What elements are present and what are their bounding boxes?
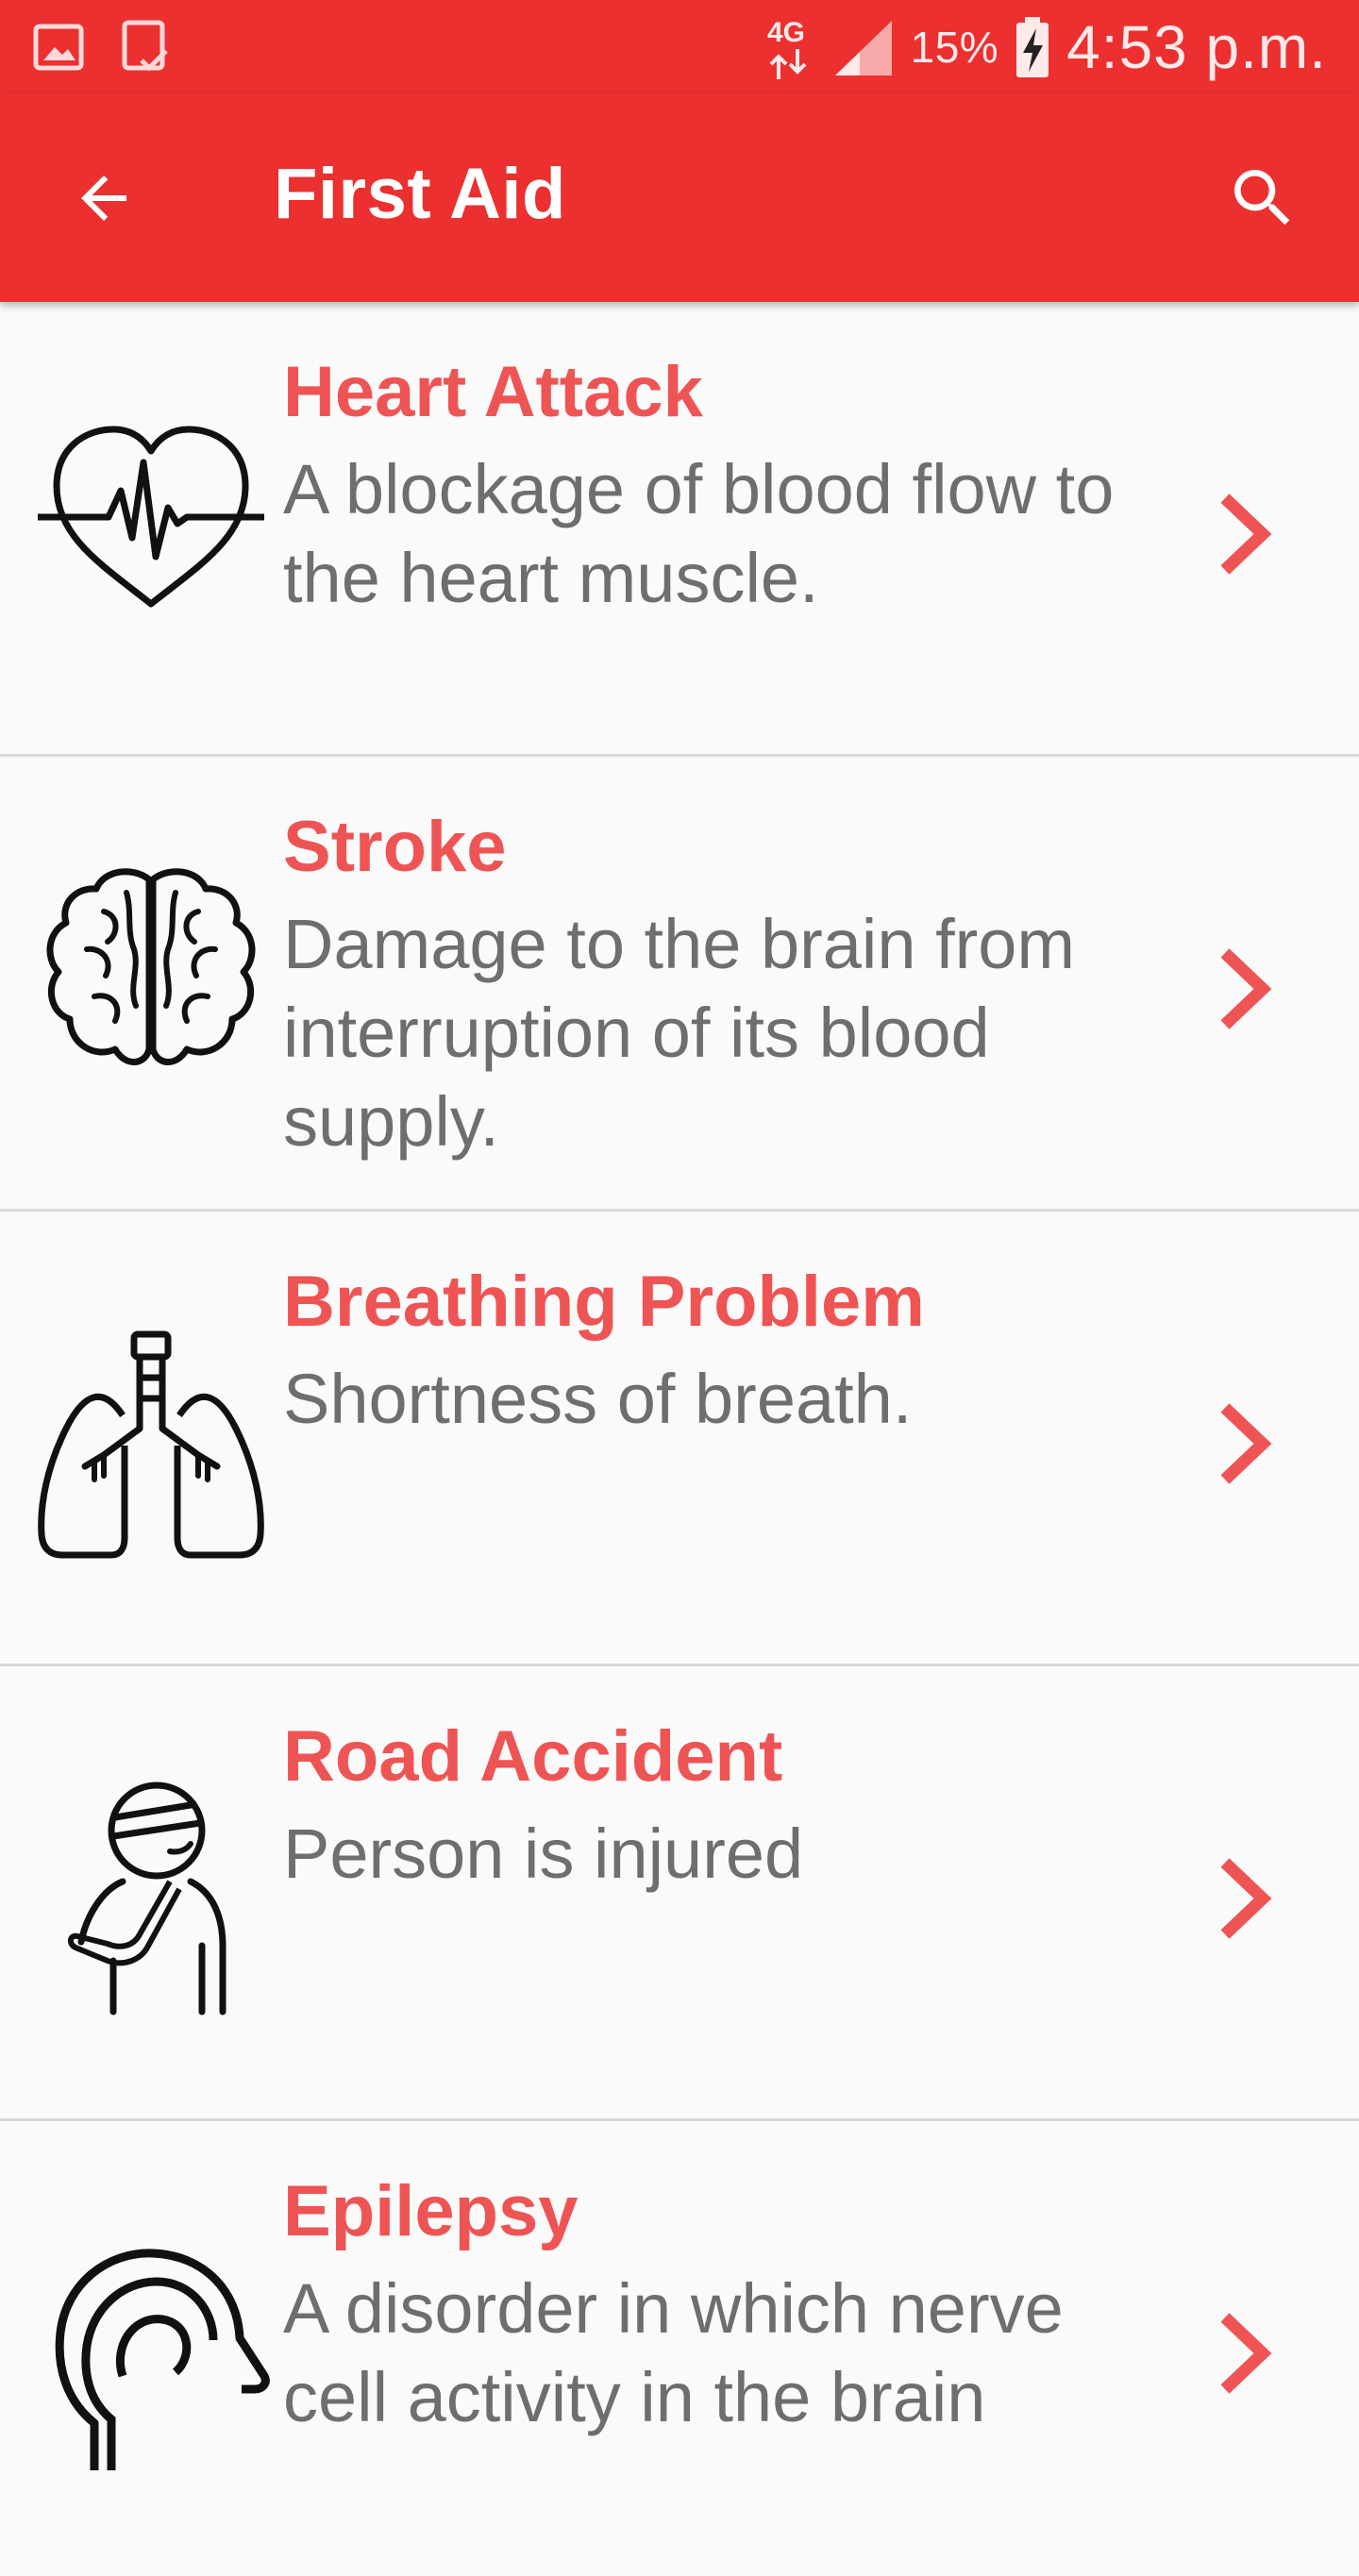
system-indicators: 4G 15% 4:53 p.m. <box>763 9 1327 85</box>
network-4g-icon: 4G <box>767 17 807 79</box>
signal-icon <box>834 21 892 75</box>
item-title: Stroke <box>283 807 507 887</box>
back-button[interactable] <box>57 151 151 245</box>
item-description: Damage to the brain from interruption of… <box>283 905 1076 1161</box>
head-profile-icon <box>55 2249 270 2470</box>
item-description: A blockage of blood flow to the heart mu… <box>283 450 1115 617</box>
chevron-right-icon <box>1220 2313 1272 2394</box>
arrow-back-icon <box>81 176 126 221</box>
injured-person-icon <box>68 1781 226 2016</box>
clock: 4:53 p.m. <box>1066 13 1327 81</box>
item-title: Breathing Problem <box>283 1262 925 1342</box>
chevron-right-icon <box>1220 493 1272 575</box>
list-item-heart-attack[interactable]: Heart Attack A blockage of blood flow to… <box>0 302 1359 757</box>
heart-pulse-icon <box>38 426 264 608</box>
chevron-right-icon <box>1220 1858 1272 1939</box>
list-item-epilepsy[interactable]: Epilepsy A disorder in which nerve cell … <box>0 2121 1359 2576</box>
battery-percentage: 15% <box>910 23 999 72</box>
task-notification-icon <box>122 20 168 72</box>
item-description: Person is injured <box>283 1815 804 1893</box>
notification-icons <box>32 19 172 75</box>
app-bar: First Aid <box>0 94 1359 302</box>
list-item-breathing-problem[interactable]: Breathing Problem Shortness of breath. <box>0 1212 1359 1666</box>
chevron-right-icon <box>1220 948 1272 1029</box>
list-item-stroke[interactable]: Stroke Damage to the brain from interrup… <box>0 757 1359 1212</box>
status-bar: 4G 15% 4:53 p.m. <box>0 0 1359 94</box>
svg-text:4G: 4G <box>767 17 805 48</box>
page-title: First Aid <box>274 154 566 234</box>
chevron-right-icon <box>1220 1403 1272 1484</box>
item-title: Heart Attack <box>283 352 703 432</box>
brain-icon <box>46 868 256 1065</box>
first-aid-list: Heart Attack A blockage of blood flow to… <box>0 302 1359 2576</box>
item-description: Shortness of breath. <box>283 1360 913 1438</box>
gallery-notification-icon <box>33 24 84 71</box>
search-icon <box>1234 170 1290 226</box>
item-title: Epilepsy <box>283 2171 579 2251</box>
item-title: Road Accident <box>283 1716 783 1797</box>
list-item-road-accident[interactable]: Road Accident Person is injured <box>0 1666 1359 2121</box>
battery-charging-icon <box>1016 17 1049 77</box>
lungs-icon <box>38 1330 264 1559</box>
search-button[interactable] <box>1216 151 1310 245</box>
